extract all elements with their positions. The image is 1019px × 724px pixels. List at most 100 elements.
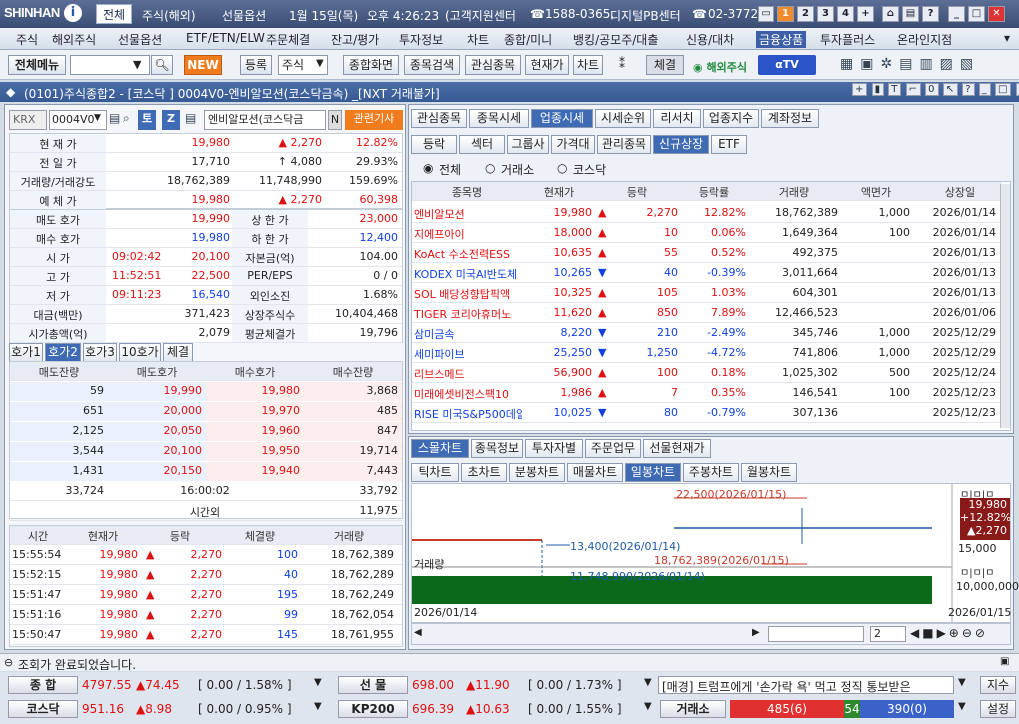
ticker-label[interactable]: 선 물 — [338, 676, 408, 694]
volume-mode-icons[interactable]: ㅁ|ㅁ|ㅁ — [960, 564, 994, 579]
bid-price[interactable]: 19,940 — [206, 464, 301, 477]
menu-item-7[interactable]: 차트 — [467, 31, 489, 48]
toggle-z-button[interactable]: Z — [162, 110, 180, 130]
table-row[interactable]: 미래에셋비전스팩10 1,986 ▲ 7 0.35% 146,541 100 2025/12/… — [412, 384, 1002, 403]
zero-icon[interactable]: 0 — [925, 83, 939, 96]
stock-name[interactable]: TIGER 코리아휴머노 — [414, 306, 522, 322]
text-icon[interactable]: T — [888, 83, 902, 96]
stock-name[interactable]: 미래에셋비전스팩10 — [414, 386, 522, 402]
menu-item-8[interactable]: 종합/미니 — [504, 31, 552, 48]
menu-item-6[interactable]: 투자정보 — [399, 31, 443, 48]
chevron-down-icon[interactable]: ▼ — [644, 677, 652, 688]
ticker-label[interactable]: 종 합 — [8, 676, 78, 694]
zoom-slider[interactable] — [768, 626, 864, 642]
print-icon[interactable]: ▤ — [902, 6, 919, 22]
stock-name[interactable]: 엔비알모션 — [414, 206, 522, 222]
ticker-label[interactable]: 코스닥 — [8, 700, 78, 718]
home-icon[interactable]: ⌂ — [882, 6, 899, 22]
list-view-icon[interactable]: ▤ — [185, 111, 196, 125]
quick-icons[interactable]: ▦▣✲▤▥▨▧ — [840, 56, 980, 72]
radio-2-label[interactable]: 코스닥 — [573, 161, 606, 178]
market-subtab-1[interactable]: 섹터 — [459, 135, 505, 154]
search-icon[interactable]: 🔍︎ — [151, 55, 173, 75]
table-row[interactable]: KODEX 미국AI반도체 10,265 ▼ 40 -0.39% 3,011,664 202… — [412, 264, 1002, 283]
screen-4-button[interactable]: 4 — [837, 6, 854, 22]
settings-button[interactable]: 설정 — [980, 700, 1016, 718]
menu-item-4[interactable]: 주문체결 — [266, 31, 310, 48]
menu-item-11[interactable]: 금융상품 — [756, 31, 807, 48]
title-tab-all[interactable]: 전체 — [96, 4, 132, 24]
help-icon[interactable]: ? — [962, 83, 975, 96]
title-tab-overseas[interactable]: 주식(해외) — [142, 7, 196, 24]
radio-0-label[interactable]: 전체 — [439, 161, 461, 178]
window-controls[interactable]: + ▮ T ⌐ 0 ↖ ? _ □ ✕ — [852, 83, 1019, 96]
folder-icon[interactable]: ▧ — [960, 56, 980, 72]
chart-tab-3[interactable]: 주문업무 — [585, 439, 641, 458]
chart-nav-icons[interactable]: ◀■▶⊕⊖⊘ — [910, 626, 988, 640]
menu-item-1[interactable]: 해외주식 — [52, 31, 96, 48]
toolbar-button-execution[interactable]: 체결 — [646, 55, 684, 75]
chart-subtab-2[interactable]: 분봉차트 — [509, 463, 565, 482]
chart-tab-1[interactable]: 종목정보 — [471, 439, 523, 458]
chevron-down-icon[interactable]: ▼ — [133, 58, 141, 71]
maximize-icon[interactable]: □ — [994, 83, 1012, 96]
market-subtab-0[interactable]: 등락 — [411, 135, 457, 154]
calculator-icon[interactable]: ▣ — [860, 56, 880, 72]
ask-price[interactable]: 20,000 — [108, 404, 203, 417]
alpha-tv-button[interactable]: αTV — [758, 55, 816, 75]
layout-icon[interactable]: ▥ — [919, 56, 939, 72]
toolbar-button-current-price[interactable]: 현재가 — [525, 55, 569, 75]
lock-icon[interactable]: ▨ — [940, 56, 960, 72]
more-icon[interactable]: ⁑ — [611, 55, 633, 75]
chevron-down-icon[interactable]: ▼ — [314, 701, 322, 712]
chart-subtab-1[interactable]: 초차트 — [461, 463, 507, 482]
menu-item-5[interactable]: 잔고/평가 — [331, 31, 379, 48]
chevron-down-icon[interactable]: ▾ — [1004, 31, 1010, 45]
ask-price[interactable]: 20,050 — [108, 424, 203, 437]
ask-price[interactable]: 19,990 — [108, 384, 203, 397]
chevron-down-icon[interactable]: ▼ — [644, 701, 652, 712]
list-icon[interactable]: ▤ — [109, 111, 120, 125]
monitor-icon[interactable]: ▭ — [758, 6, 774, 22]
stock-name[interactable]: KoAct 수소전력ESS — [414, 246, 522, 262]
ask-price[interactable]: 20,100 — [108, 444, 203, 457]
table-row[interactable]: RISE 미국S&P500데일 10,025 ▼ 80 -0.79% 307,136 202… — [412, 404, 1002, 423]
market-tab-6[interactable]: 계좌정보 — [761, 109, 819, 128]
chevron-down-icon[interactable]: ▼ — [314, 677, 322, 688]
close-icon[interactable]: ✕ — [1015, 83, 1019, 96]
register-button[interactable]: 등록 — [240, 55, 272, 75]
menu-item-0[interactable]: 주식 — [16, 31, 38, 48]
chart-scroll-bar[interactable]: ◀ ▶ 2 ◀■▶⊕⊖⊘ — [411, 623, 1011, 645]
stock-name[interactable]: 리브스메드 — [414, 366, 522, 382]
stock-name[interactable]: 세미파이브 — [414, 346, 522, 362]
minimize-icon[interactable]: _ — [978, 83, 991, 96]
table-row[interactable]: 리브스메드 56,900 ▲ 100 0.18% 1,025,302 500 2025/12/… — [412, 364, 1002, 383]
chevron-down-icon[interactable]: ▼ — [958, 677, 966, 688]
stock-name[interactable]: 지에프아이 — [414, 226, 522, 242]
toolbar-button-overview[interactable]: 종합화면 — [343, 55, 399, 75]
chart-tab-0[interactable]: 스몰차트 — [411, 439, 469, 458]
orderbook-tab-0[interactable]: 호가1 — [9, 343, 43, 362]
radio-2-icon[interactable]: ○ — [557, 161, 567, 175]
table-row[interactable]: 삼미금속 8,220 ▼ 210 -2.49% 345,746 1,000 2025/12/2… — [412, 324, 1002, 343]
radio-0-icon[interactable]: ◉ — [423, 161, 433, 175]
market-subtab-5[interactable]: 신규상장 — [653, 135, 709, 154]
chart-tab-2[interactable]: 투자자별 — [525, 439, 583, 458]
chart-subtab-4[interactable]: 일봉차트 — [625, 463, 681, 482]
market-subtab-3[interactable]: 가격대 — [551, 135, 595, 154]
ruler-icon[interactable]: ▮ — [871, 83, 885, 96]
market-subtab-6[interactable]: ETF — [711, 135, 747, 154]
screen-1-button[interactable]: 1 — [777, 6, 794, 22]
close-icon[interactable]: ✕ — [988, 6, 1005, 22]
market-tab-3[interactable]: 시세순위 — [595, 109, 651, 128]
print-icon[interactable]: ▦ — [840, 56, 860, 72]
bid-price[interactable]: 19,960 — [206, 424, 301, 437]
chart-subtab-0[interactable]: 틱차트 — [411, 463, 459, 482]
radio-1-label[interactable]: 거래소 — [501, 161, 534, 178]
gear-icon[interactable]: ✲ — [880, 56, 899, 72]
screen-2-button[interactable]: 2 — [797, 6, 814, 22]
overseas-stock-link[interactable]: ◉ 해외주식 — [693, 59, 747, 75]
table-row[interactable]: 엔비알모션 19,980 ▲ 2,270 12.82% 18,762,389 1,000 20… — [412, 204, 1002, 223]
chart-subtab-5[interactable]: 주봉차트 — [683, 463, 739, 482]
bid-price[interactable]: 19,970 — [206, 404, 301, 417]
